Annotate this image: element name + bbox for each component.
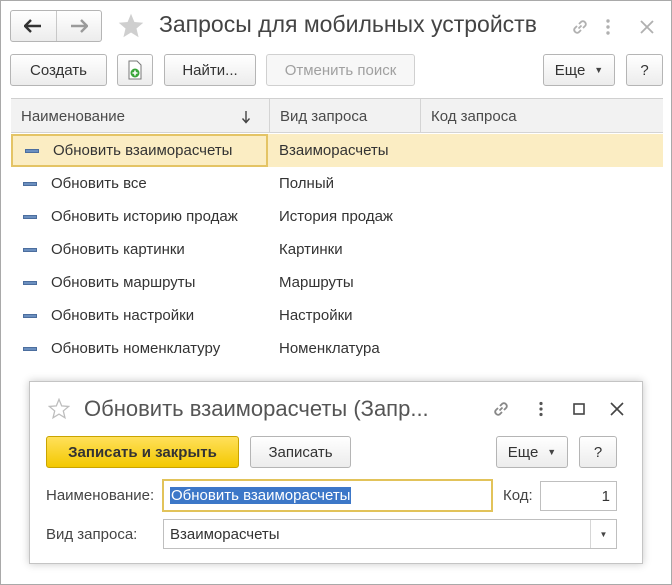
more-label: Еще — [554, 61, 586, 79]
requests-table: Наименование Вид запроса Код запроса Обн… — [11, 98, 663, 366]
link-button[interactable] — [569, 16, 591, 38]
create-button[interactable]: Создать — [10, 54, 107, 86]
copy-button[interactable] — [117, 54, 153, 86]
table-row[interactable]: Обновить все Полный — [11, 167, 663, 200]
close-icon — [610, 402, 624, 416]
dialog-more-button[interactable]: Еще ▼ — [496, 436, 568, 468]
help-button[interactable]: ? — [626, 54, 663, 86]
copy-document-icon — [128, 60, 142, 80]
close-button[interactable] — [635, 15, 659, 39]
column-header-type[interactable]: Вид запроса — [269, 99, 420, 133]
save-button[interactable]: Записать — [250, 436, 351, 468]
column-header-name[interactable]: Наименование — [11, 99, 269, 133]
chevron-down-icon: ▼ — [599, 529, 608, 539]
back-button[interactable] — [11, 11, 56, 41]
catalog-item-icon — [25, 148, 39, 153]
dialog-menu-button[interactable] — [534, 398, 548, 420]
cell-name: Обновить настройки — [11, 299, 268, 332]
navigation-group — [10, 10, 102, 42]
menu-button[interactable] — [601, 15, 615, 39]
sort-down-icon — [241, 111, 251, 124]
code-label: Код: — [503, 487, 533, 504]
dialog-more-label: Еще — [507, 443, 539, 461]
cell-type: Номенклатура — [279, 340, 380, 357]
catalog-item-icon — [23, 313, 37, 318]
more-button[interactable]: Еще ▼ — [543, 54, 615, 86]
catalog-item-icon — [23, 247, 37, 252]
arrow-right-icon — [70, 19, 88, 33]
type-dropdown-button[interactable]: ▼ — [590, 520, 616, 548]
cell-type: Взаиморасчеты — [279, 142, 389, 159]
main-window: Запросы для мобильных устройств Создать … — [0, 0, 672, 585]
cell-type: Маршруты — [279, 274, 354, 291]
cell-name: Обновить номенклатуру — [11, 332, 268, 365]
save-and-close-button[interactable]: Записать и закрыть — [46, 436, 239, 468]
table-row[interactable]: Обновить взаиморасчеты Взаиморасчеты — [11, 134, 663, 167]
cell-type: История продаж — [279, 208, 393, 225]
arrow-left-icon — [24, 19, 42, 33]
catalog-item-icon — [23, 280, 37, 285]
star-icon[interactable] — [117, 12, 145, 40]
catalog-item-icon — [23, 346, 37, 351]
catalog-item-icon — [23, 181, 37, 186]
dialog-help-button[interactable]: ? — [579, 436, 617, 468]
cell-name: Обновить взаиморасчеты — [11, 134, 268, 167]
cancel-search-button[interactable]: Отменить поиск — [266, 54, 415, 86]
name-value: Обновить взаиморасчеты — [170, 487, 352, 504]
cell-type: Настройки — [279, 307, 353, 324]
kebab-icon — [606, 19, 610, 35]
table-row[interactable]: Обновить картинки Картинки — [11, 233, 663, 266]
edit-dialog: Обновить взаиморасчеты (Запр... Записать… — [29, 381, 643, 564]
cell-name: Обновить маршруты — [11, 266, 268, 299]
star-icon[interactable] — [48, 398, 70, 420]
cell-type: Картинки — [279, 241, 343, 258]
cell-type: Полный — [279, 175, 334, 192]
table-header: Наименование Вид запроса Код запроса — [11, 99, 663, 133]
code-field[interactable]: 1 — [540, 481, 617, 511]
table-row[interactable]: Обновить маршруты Маршруты — [11, 266, 663, 299]
find-button[interactable]: Найти... — [164, 54, 256, 86]
kebab-icon — [539, 401, 543, 417]
cell-name: Обновить историю продаж — [11, 200, 268, 233]
dialog-close-button[interactable] — [606, 398, 628, 420]
type-value: Взаиморасчеты — [170, 525, 280, 543]
link-icon — [494, 402, 508, 416]
cell-name: Обновить все — [11, 167, 268, 200]
name-field[interactable]: Обновить взаиморасчеты — [162, 479, 493, 512]
link-icon — [573, 20, 587, 34]
table-row[interactable]: Обновить настройки Настройки — [11, 299, 663, 332]
dialog-title: Обновить взаиморасчеты (Запр... — [84, 396, 429, 421]
chevron-down-icon: ▼ — [594, 65, 604, 75]
type-label: Вид запроса: — [46, 526, 138, 543]
maximize-icon — [573, 403, 585, 415]
chevron-down-icon: ▼ — [547, 447, 557, 457]
type-select[interactable]: Взаиморасчеты ▼ — [163, 519, 617, 549]
close-icon — [640, 20, 654, 34]
column-header-code[interactable]: Код запроса — [420, 99, 663, 133]
table-row[interactable]: Обновить номенклатуру Номенклатура — [11, 332, 663, 365]
dialog-link-button[interactable] — [490, 398, 512, 420]
catalog-item-icon — [23, 214, 37, 219]
cell-name: Обновить картинки — [11, 233, 268, 266]
name-label: Наименование: — [46, 487, 155, 504]
table-row[interactable]: Обновить историю продаж История продаж — [11, 200, 663, 233]
dialog-maximize-button[interactable] — [569, 398, 589, 420]
page-title: Запросы для мобильных устройств — [159, 11, 537, 37]
forward-button[interactable] — [55, 11, 102, 41]
